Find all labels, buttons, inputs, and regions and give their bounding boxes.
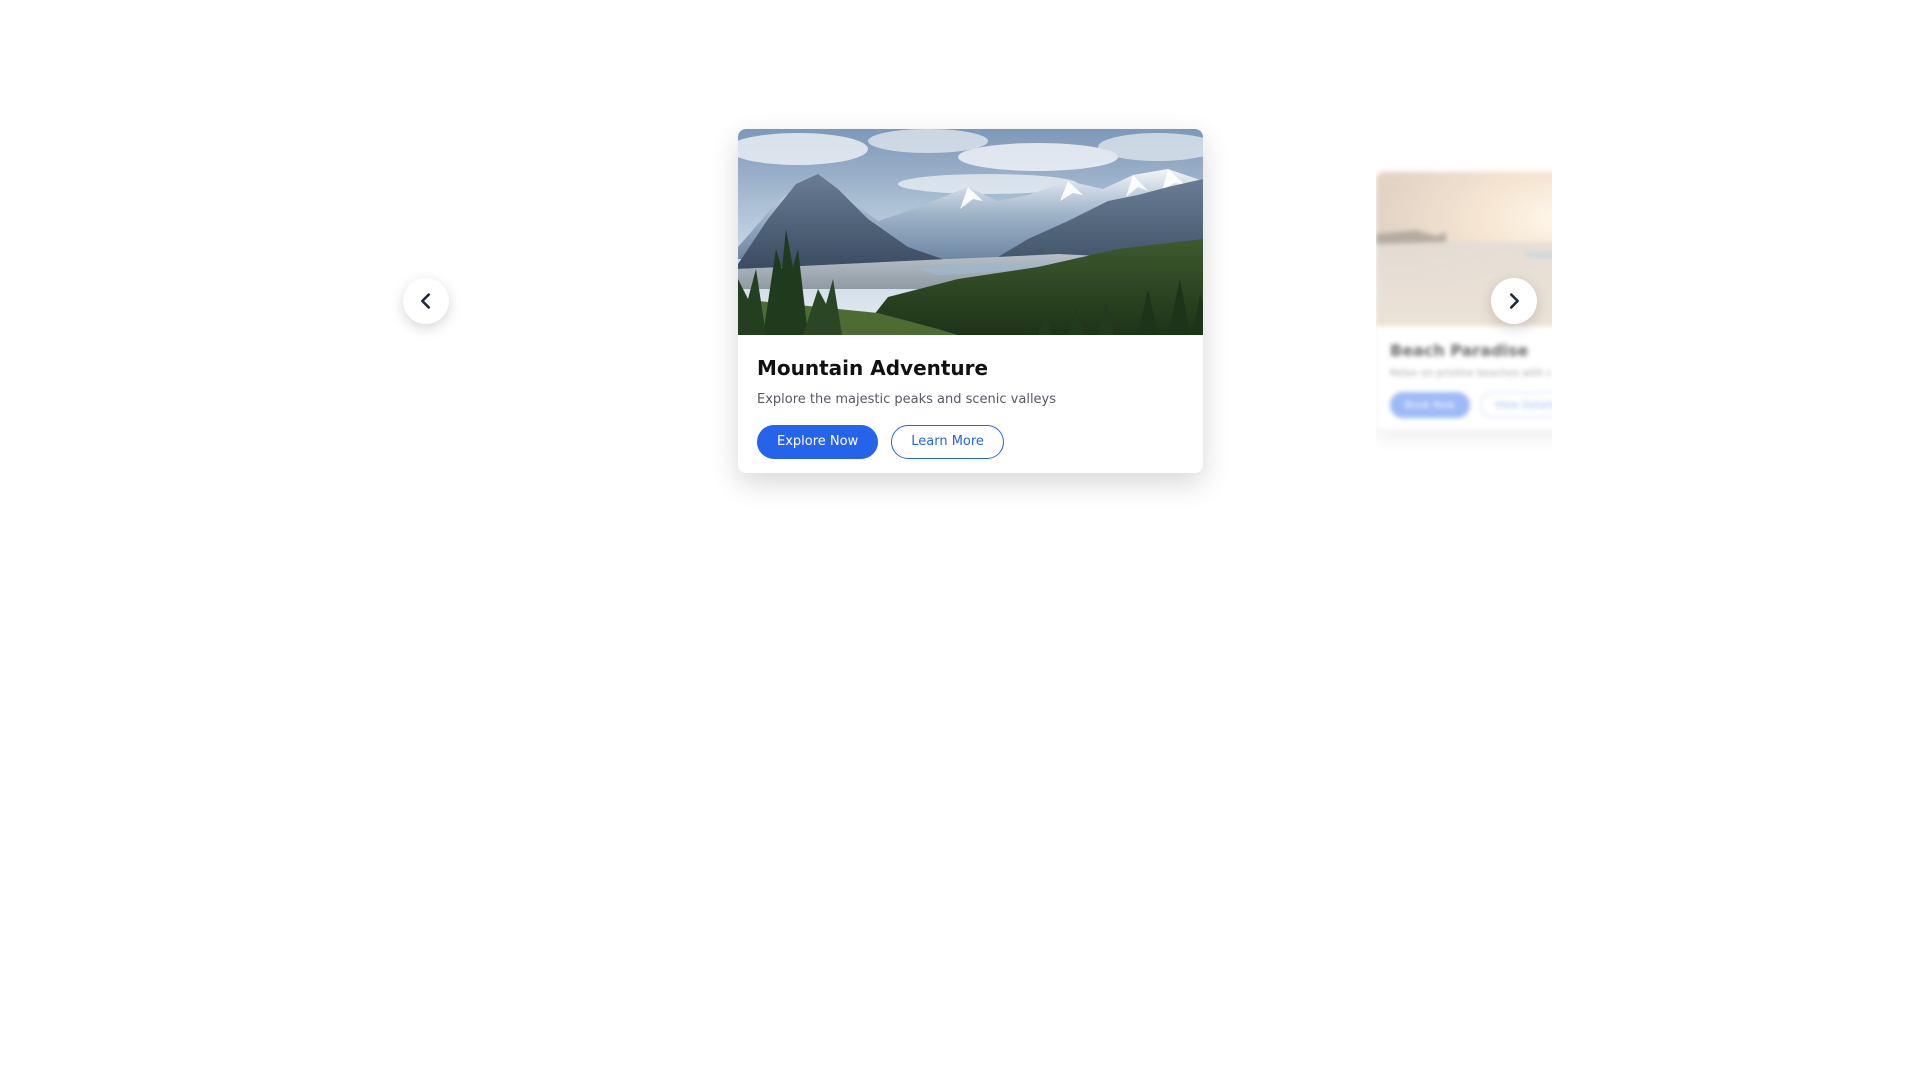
carousel-card-active: Mountain Adventure Explore the majestic … bbox=[738, 129, 1203, 473]
chevron-left-icon bbox=[421, 293, 431, 309]
card-actions: Book Now View Details bbox=[1390, 392, 1552, 419]
card-title: Beach Paradise bbox=[1390, 341, 1529, 360]
card-body: Beach Paradise Relax on pristine beaches… bbox=[1376, 326, 1552, 419]
view-details-button[interactable]: View Details bbox=[1479, 392, 1552, 419]
card-description: Relax on pristine beaches with c bbox=[1390, 368, 1552, 380]
chevron-right-icon bbox=[1509, 293, 1519, 309]
card-description: Explore the majestic peaks and scenic va… bbox=[757, 392, 1057, 407]
mountain-landscape-image bbox=[738, 129, 1203, 335]
explore-now-button[interactable]: Explore Now bbox=[757, 424, 879, 459]
card-actions: Explore Now Learn More bbox=[757, 424, 1184, 459]
book-now-button[interactable]: Book Now bbox=[1390, 392, 1470, 419]
carousel-next-button[interactable] bbox=[1491, 278, 1537, 324]
image-carousel: Mountain Adventure Explore the majestic … bbox=[0, 0, 1920, 1080]
card-body: Mountain Adventure Explore the majestic … bbox=[738, 335, 1203, 459]
card-title: Mountain Adventure bbox=[757, 356, 989, 380]
learn-more-button[interactable]: Learn More bbox=[891, 424, 1004, 459]
carousel-prev-button[interactable] bbox=[403, 278, 449, 324]
